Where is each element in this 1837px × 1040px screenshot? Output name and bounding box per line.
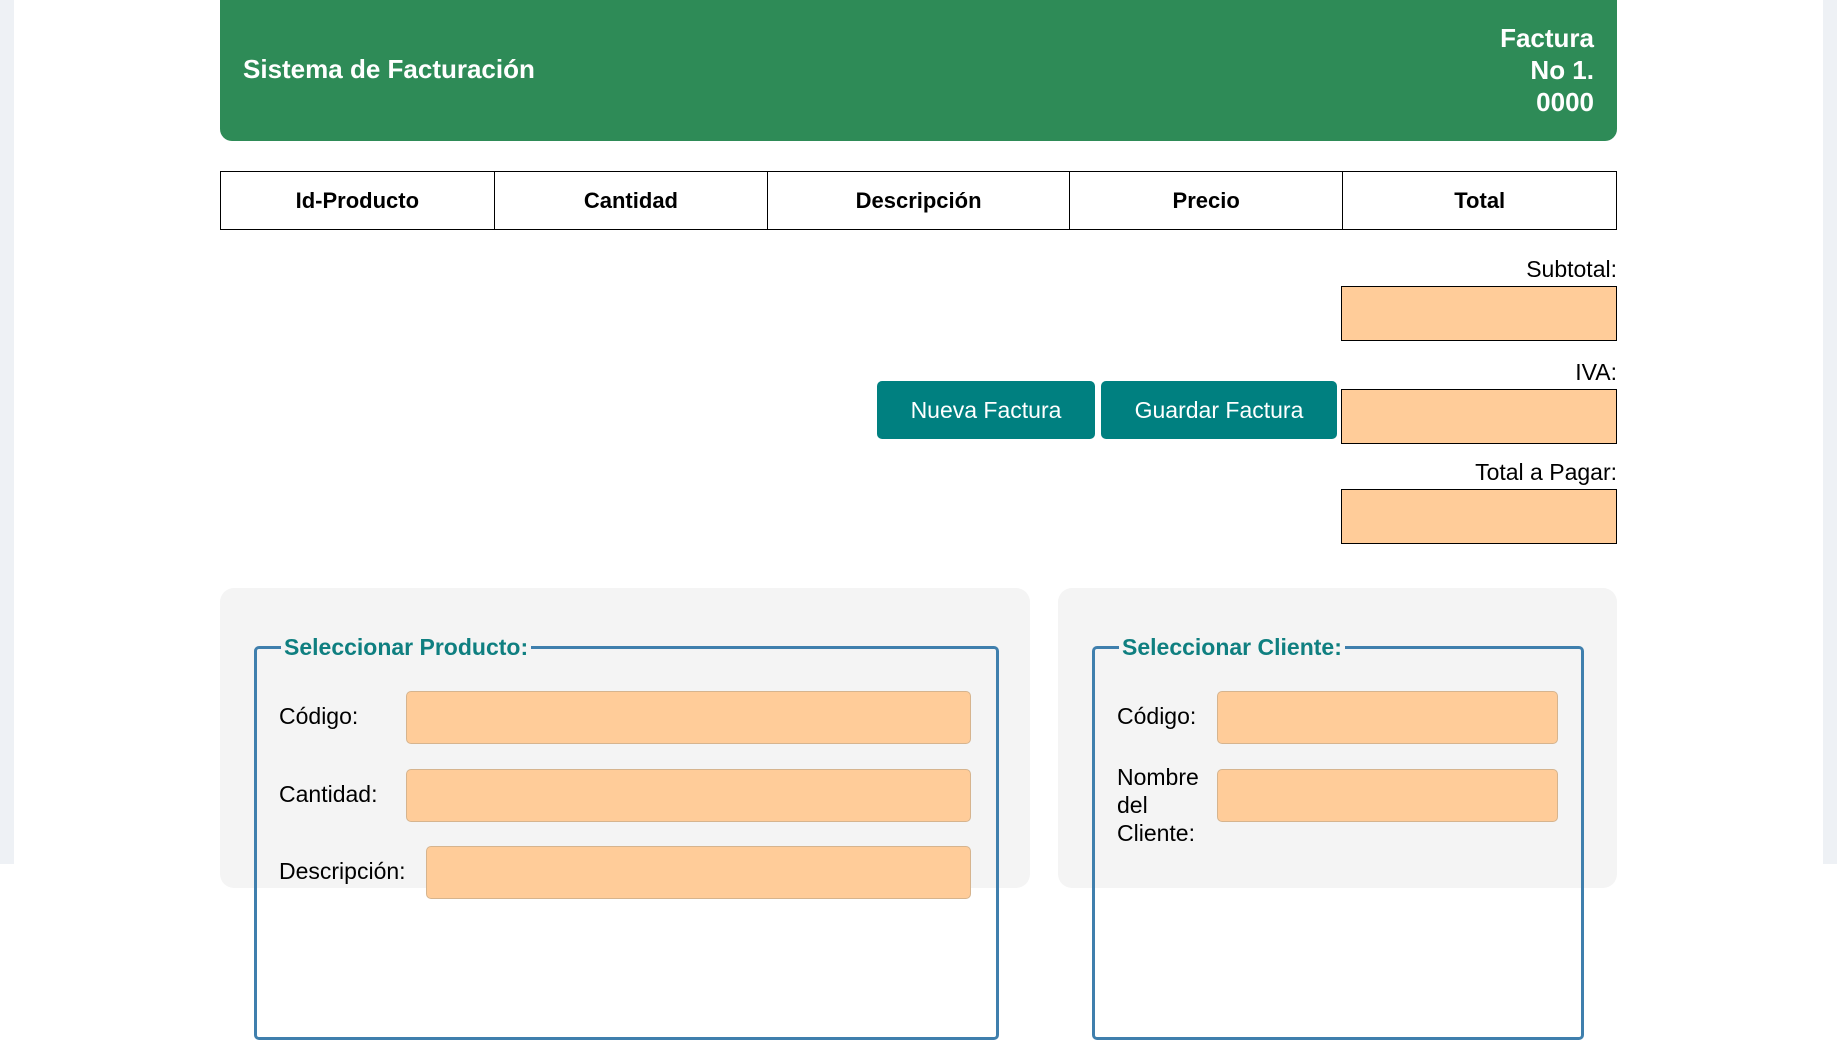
client-fieldset: Seleccionar Cliente: Código: Nombre del … (1092, 634, 1584, 1040)
column-header-total: Total (1342, 171, 1617, 230)
iva-field (1341, 389, 1617, 444)
total-a-pagar-field (1341, 489, 1617, 544)
column-header-precio: Precio (1068, 171, 1344, 230)
product-quantity-input[interactable] (406, 769, 971, 822)
product-description-input[interactable] (426, 846, 971, 899)
client-panel: Seleccionar Cliente: Código: Nombre del … (1058, 588, 1617, 1040)
product-legend: Seleccionar Producto: (284, 634, 529, 660)
column-header-descripcion: Descripción (767, 171, 1070, 230)
iva-label: IVA: (1575, 359, 1617, 385)
client-name-label: Nombre del Cliente: (1117, 763, 1199, 847)
invoice-items-table: Id-Producto Cantidad Descripción Precio … (220, 171, 1617, 230)
app-title: Sistema de Facturación (243, 54, 535, 84)
client-name-label-line-2: del (1117, 792, 1148, 818)
invoice-number: Factura No 1. 0000 (1500, 22, 1594, 118)
product-quantity-label: Cantidad: (279, 781, 378, 807)
product-panel: Seleccionar Producto: Código: Cantidad: … (220, 588, 1030, 1040)
app-header: Sistema de Facturación Factura No 1. 000… (220, 0, 1617, 141)
client-code-label: Código: (1117, 703, 1197, 729)
column-header-cantidad: Cantidad (493, 171, 769, 230)
client-name-label-line-1: Nombre (1117, 764, 1199, 790)
client-name-label-line-3: Cliente: (1117, 820, 1195, 846)
totals-section: Subtotal: IVA: Total a Pagar: (1341, 254, 1617, 566)
invoice-number-line-1: Factura (1500, 23, 1594, 53)
new-invoice-button[interactable]: Nueva Factura (877, 381, 1095, 439)
product-code-input[interactable] (406, 691, 971, 744)
client-code-input[interactable] (1217, 691, 1558, 744)
product-code-label: Código: (279, 703, 359, 729)
client-name-input[interactable] (1217, 769, 1558, 822)
product-description-label: Descripción: (279, 858, 406, 884)
subtotal-field (1341, 286, 1617, 341)
table-header-row: Id-Producto Cantidad Descripción Precio … (220, 171, 1617, 230)
invoice-number-line-3: 0000 (1536, 87, 1594, 117)
total-a-pagar-label: Total a Pagar: (1475, 459, 1617, 485)
product-fieldset: Seleccionar Producto: Código: Cantidad: … (254, 634, 999, 1040)
client-legend: Seleccionar Cliente: (1122, 634, 1342, 660)
invoice-number-line-2: No 1. (1530, 55, 1594, 85)
save-invoice-button[interactable]: Guardar Factura (1101, 381, 1337, 439)
subtotal-label: Subtotal: (1526, 256, 1617, 282)
column-header-id-producto: Id-Producto (220, 171, 495, 230)
page-gutter-right (1823, 0, 1837, 864)
page-gutter-left (0, 0, 14, 864)
